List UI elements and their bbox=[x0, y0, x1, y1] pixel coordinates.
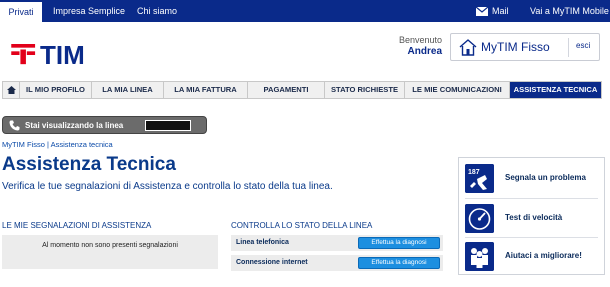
home-icon bbox=[6, 86, 16, 94]
tab-impresa-semplice[interactable]: Impresa Semplice bbox=[53, 0, 125, 22]
phone-icon bbox=[9, 120, 20, 131]
mail-label: Mail bbox=[492, 6, 509, 16]
tab-chi-siamo[interactable]: Chi siamo bbox=[137, 0, 177, 22]
svg-text:187: 187 bbox=[468, 169, 480, 176]
mytim-fisso-label[interactable]: MyTIM Fisso bbox=[481, 40, 550, 54]
welcome-label: Benvenuto bbox=[398, 35, 442, 45]
top-bar: Privati Impresa Semplice Chi siamo Mail … bbox=[0, 0, 610, 22]
reports-heading: LE MIE SEGNALAZIONI DI ASSISTENZA bbox=[2, 221, 152, 230]
nav-item-stato-richieste[interactable]: STATO RICHIESTE bbox=[325, 82, 405, 98]
line-status-heading: CONTROLLA LO STATO DELLA LINEA bbox=[231, 221, 373, 230]
divider bbox=[465, 198, 598, 199]
side-item-segnala[interactable]: 187 Segnala un problema bbox=[459, 160, 604, 197]
nav-item-pagamenti[interactable]: PAGAMENTI bbox=[248, 82, 325, 98]
breadcrumb[interactable]: MyTIM Fisso | Assistenza tecnica bbox=[2, 140, 113, 149]
line-selector[interactable]: Stai visualizzando la linea bbox=[2, 116, 207, 134]
side-panel: 187 Segnala un problema Test di velocità… bbox=[458, 157, 605, 275]
side-item-label: Test di velocità bbox=[505, 213, 563, 222]
side-item-feedback[interactable]: Aiutaci a migliorare! bbox=[459, 238, 604, 275]
page-subtitle: Verifica le tue segnalazioni di Assisten… bbox=[2, 181, 333, 192]
side-item-label: Segnala un problema bbox=[505, 173, 586, 182]
mytim-mobile-link[interactable]: Vai a MyTIM Mobile bbox=[530, 0, 609, 22]
row-label-internet: Connessione internet bbox=[236, 259, 308, 266]
diagnose-internet-button[interactable]: Effettua la diagnosi bbox=[358, 257, 440, 269]
tim-logo-mark bbox=[11, 44, 36, 65]
welcome-block: Benvenuto Andrea bbox=[380, 35, 442, 57]
nav-item-linea[interactable]: LA MIA LINEA bbox=[92, 82, 164, 98]
diagnose-telefonica-button[interactable]: Effettua la diagnosi bbox=[358, 237, 440, 249]
mytim-fisso-box: MyTIM Fisso esci bbox=[450, 33, 600, 61]
home-outline-icon bbox=[459, 39, 477, 56]
mail-link[interactable]: Mail bbox=[475, 0, 509, 22]
nav-item-fattura[interactable]: LA MIA FATTURA bbox=[164, 82, 248, 98]
page-title: Assistenza Tecnica bbox=[2, 154, 176, 175]
side-item-speed-test[interactable]: Test di velocità bbox=[459, 200, 604, 237]
line-status-row: Linea telefonica Effettua la diagnosi bbox=[231, 235, 443, 251]
nav-item-comunicazioni[interactable]: LE MIE COMUNICAZIONI bbox=[405, 82, 510, 98]
logout-link[interactable]: esci bbox=[576, 41, 590, 50]
line-label: Stai visualizzando la linea bbox=[25, 121, 124, 130]
line-status-row: Connessione internet Effettua la diagnos… bbox=[231, 255, 443, 271]
people-icon bbox=[465, 242, 494, 271]
speedometer-icon bbox=[465, 204, 494, 233]
tim-logo-text: TIM bbox=[40, 40, 85, 70]
masked-phone-number bbox=[145, 120, 191, 131]
report-problem-icon: 187 bbox=[465, 164, 494, 193]
nav-home[interactable] bbox=[3, 82, 20, 98]
side-item-label: Aiutaci a migliorare! bbox=[505, 251, 582, 260]
divider bbox=[568, 38, 569, 57]
reports-box: Al momento non sono presenti segnalazion… bbox=[2, 235, 218, 269]
nav-item-profilo[interactable]: IL MIO PROFILO bbox=[20, 82, 92, 98]
mail-icon bbox=[475, 6, 489, 17]
tab-privati[interactable]: Privati bbox=[0, 0, 42, 22]
nav-item-assistenza[interactable]: ASSISTENZA TECNICA bbox=[510, 82, 601, 98]
row-label-telefonica: Linea telefonica bbox=[236, 239, 289, 246]
main-nav: IL MIO PROFILO LA MIA LINEA LA MIA FATTU… bbox=[2, 81, 602, 99]
reports-empty-message: Al momento non sono presenti segnalazion… bbox=[42, 242, 178, 249]
user-name: Andrea bbox=[407, 46, 442, 57]
